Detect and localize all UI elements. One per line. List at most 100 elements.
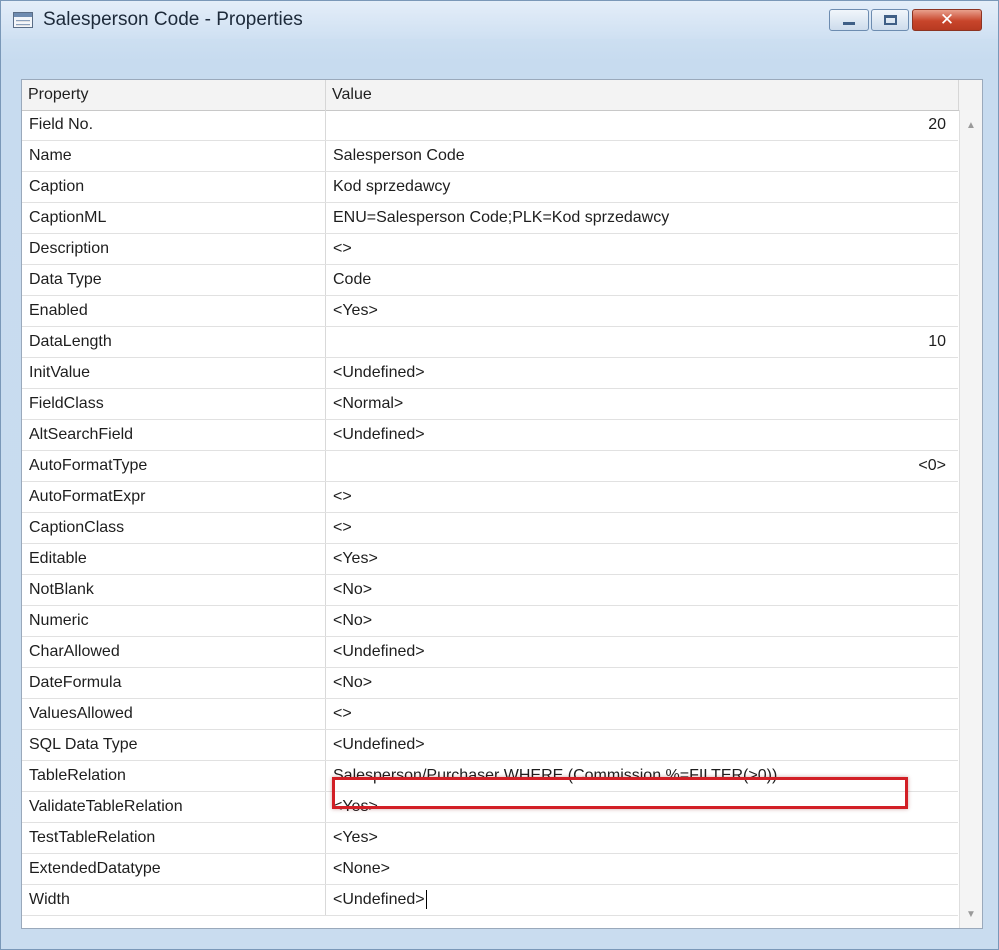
property-row[interactable]: ExtendedDatatype <None> (22, 854, 958, 885)
property-name-cell[interactable]: AutoFormatExpr (22, 482, 326, 512)
property-value-cell[interactable]: <Undefined> (326, 358, 958, 388)
property-value-cell[interactable]: <Yes> (326, 792, 958, 822)
property-name-cell[interactable]: ValuesAllowed (22, 699, 326, 729)
property-row[interactable]: Width <Undefined> (22, 885, 958, 916)
property-value-text: <Undefined> (333, 426, 425, 443)
property-value-text: <Normal> (333, 395, 404, 412)
property-value-cell[interactable]: Code (326, 265, 958, 295)
property-row[interactable]: AltSearchField <Undefined> (22, 420, 958, 451)
properties-table-icon (13, 12, 33, 28)
property-name-cell[interactable]: AutoFormatType (22, 451, 326, 481)
property-value-text: <Undefined> (333, 643, 425, 660)
property-value-cell[interactable]: <Yes> (326, 823, 958, 853)
property-row[interactable]: Description <> (22, 234, 958, 265)
property-row[interactable]: InitValue <Undefined> (22, 358, 958, 389)
property-name-cell[interactable]: NotBlank (22, 575, 326, 605)
property-value-cell[interactable]: <> (326, 699, 958, 729)
property-name-cell[interactable]: ExtendedDatatype (22, 854, 326, 884)
property-row[interactable]: AutoFormatType <0> (22, 451, 958, 482)
property-row[interactable]: Numeric <No> (22, 606, 958, 637)
property-value-cell[interactable]: <Yes> (326, 544, 958, 574)
property-row[interactable]: CaptionClass <> (22, 513, 958, 544)
property-value-cell[interactable]: Kod sprzedawcy (326, 172, 958, 202)
property-value-cell[interactable]: <0> (326, 451, 958, 481)
property-name-cell[interactable]: Numeric (22, 606, 326, 636)
property-row[interactable]: CaptionML ENU=Salesperson Code;PLK=Kod sp… (22, 203, 958, 234)
close-button[interactable]: ✕ (912, 9, 982, 31)
property-value-cell[interactable]: ENU=Salesperson Code;PLK=Kod sprzedawcy (326, 203, 958, 233)
property-name-cell[interactable]: InitValue (22, 358, 326, 388)
property-name-cell[interactable]: Field No. (22, 110, 326, 140)
property-row[interactable]: DateFormula <No> (22, 668, 958, 699)
property-name-cell[interactable]: Editable (22, 544, 326, 574)
property-name-cell[interactable]: SQL Data Type (22, 730, 326, 760)
property-name-cell[interactable]: TestTableRelation (22, 823, 326, 853)
property-value-cell[interactable]: <None> (326, 854, 958, 884)
property-name-cell[interactable]: Name (22, 141, 326, 171)
property-row[interactable]: TestTableRelation <Yes> (22, 823, 958, 854)
property-value-cell[interactable]: <Undefined> (326, 420, 958, 450)
minimize-button[interactable] (829, 9, 869, 31)
property-value-cell[interactable]: Salesperson/Purchaser WHERE (Commission … (326, 761, 958, 791)
property-value-text: <No> (333, 674, 373, 691)
property-row[interactable]: FieldClass <Normal> (22, 389, 958, 420)
property-value-cell[interactable]: 20 (326, 110, 958, 140)
property-value-cell[interactable]: <Undefined> (326, 885, 958, 915)
property-value-text: <No> (333, 612, 373, 629)
maximize-button[interactable] (871, 9, 909, 31)
property-name-cell[interactable]: CaptionML (22, 203, 326, 233)
property-row[interactable]: CharAllowed <Undefined> (22, 637, 958, 668)
property-value-text: <> (333, 705, 352, 722)
property-value-cell[interactable]: <Undefined> (326, 730, 958, 760)
property-value-cell[interactable]: <No> (326, 606, 958, 636)
property-name-cell[interactable]: CharAllowed (22, 637, 326, 667)
property-row[interactable]: Name Salesperson Code (22, 141, 958, 172)
property-name-cell[interactable]: Data Type (22, 265, 326, 295)
property-row[interactable]: ValidateTableRelation <Yes> (22, 792, 958, 823)
column-header-row: Property Value (22, 80, 982, 111)
title-bar[interactable]: Salesperson Code - Properties ✕ (1, 1, 998, 39)
property-value-cell[interactable]: 10 (326, 327, 958, 357)
property-row[interactable]: Caption Kod sprzedawcy (22, 172, 958, 203)
scroll-down-arrow-icon[interactable]: ▼ (960, 905, 982, 925)
text-caret (425, 890, 427, 910)
property-row[interactable]: DataLength 10 (22, 327, 958, 358)
property-row[interactable]: Editable <Yes> (22, 544, 958, 575)
property-row[interactable]: Data Type Code (22, 265, 958, 296)
vertical-scrollbar[interactable]: ▲ ▼ (959, 110, 982, 928)
property-value-text: <> (333, 488, 352, 505)
property-row[interactable]: NotBlank <No> (22, 575, 958, 606)
property-row[interactable]: Enabled <Yes> (22, 296, 958, 327)
property-value-cell[interactable]: Salesperson Code (326, 141, 958, 171)
property-row[interactable]: ValuesAllowed <> (22, 699, 958, 730)
property-value-text: 10 (928, 333, 946, 350)
property-row[interactable]: TableRelation Salesperson/Purchaser WHERE… (22, 761, 958, 792)
property-name-cell[interactable]: TableRelation (22, 761, 326, 791)
property-name-cell[interactable]: Caption (22, 172, 326, 202)
property-name-cell[interactable]: CaptionClass (22, 513, 326, 543)
property-value-cell[interactable]: <> (326, 482, 958, 512)
property-name-cell[interactable]: Enabled (22, 296, 326, 326)
property-name-cell[interactable]: Description (22, 234, 326, 264)
property-value-cell[interactable]: <Undefined> (326, 637, 958, 667)
property-value-text: <Undefined> (333, 736, 425, 753)
property-value-cell[interactable]: <No> (326, 575, 958, 605)
property-row[interactable]: Field No. 20 (22, 110, 958, 141)
column-header-value[interactable]: Value (326, 80, 959, 110)
property-value-cell[interactable]: <> (326, 234, 958, 264)
property-value-cell[interactable]: <Yes> (326, 296, 958, 326)
property-name-cell[interactable]: FieldClass (22, 389, 326, 419)
scroll-up-arrow-icon[interactable]: ▲ (960, 116, 982, 136)
property-name-cell[interactable]: AltSearchField (22, 420, 326, 450)
column-header-property[interactable]: Property (22, 80, 326, 110)
property-name-cell[interactable]: DataLength (22, 327, 326, 357)
property-value-cell[interactable]: <> (326, 513, 958, 543)
property-name-cell[interactable]: ValidateTableRelation (22, 792, 326, 822)
property-name-cell[interactable]: Width (22, 885, 326, 915)
property-value-cell[interactable]: <Normal> (326, 389, 958, 419)
property-row[interactable]: AutoFormatExpr <> (22, 482, 958, 513)
property-value-cell[interactable]: <No> (326, 668, 958, 698)
minimize-icon (843, 22, 855, 25)
property-row[interactable]: SQL Data Type <Undefined> (22, 730, 958, 761)
property-name-cell[interactable]: DateFormula (22, 668, 326, 698)
